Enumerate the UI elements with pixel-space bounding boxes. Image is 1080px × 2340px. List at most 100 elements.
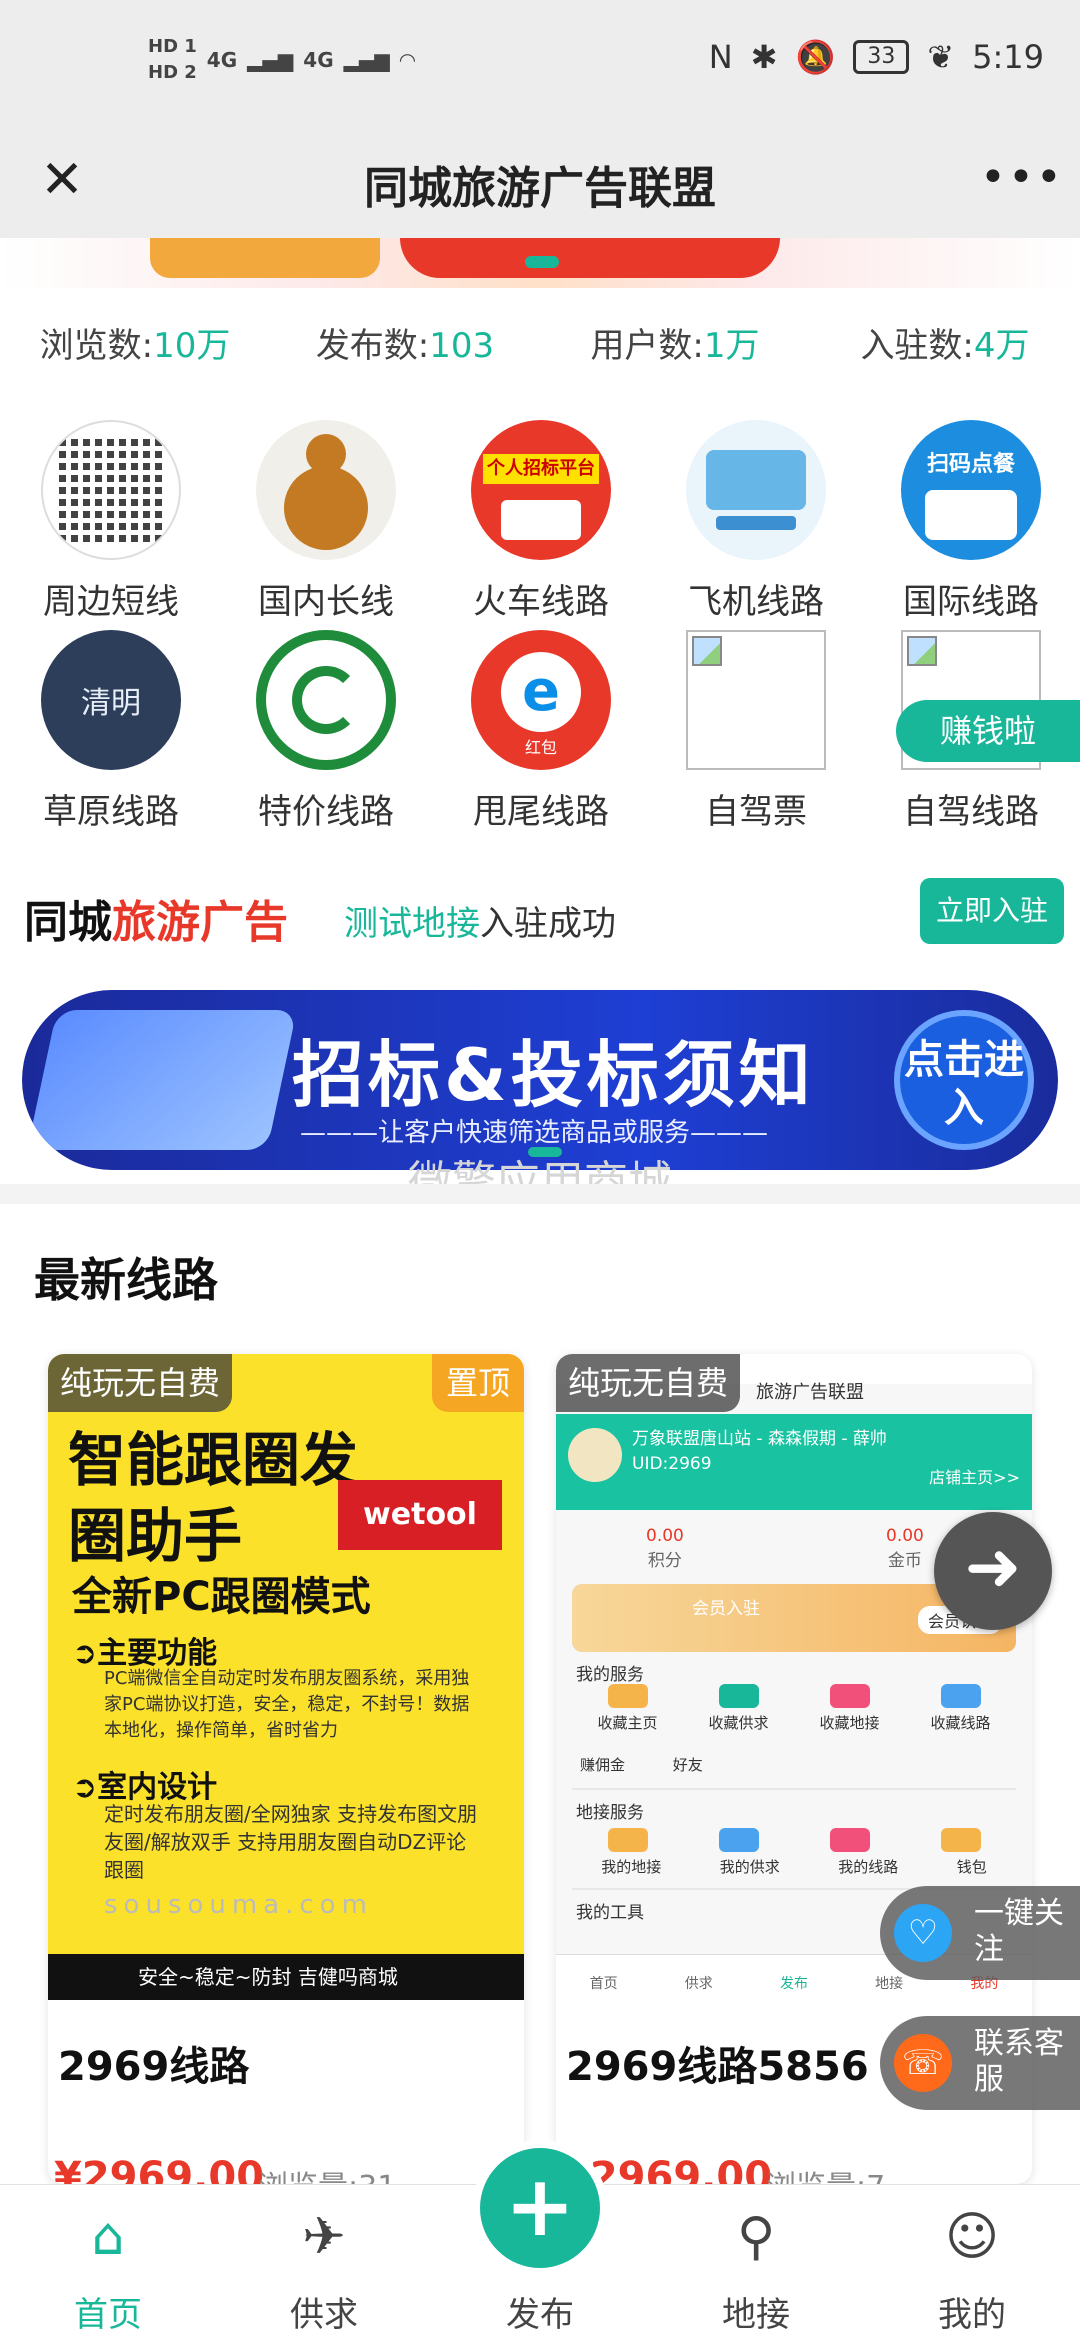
category-nearby-short[interactable]: 周边短线 [7, 420, 215, 630]
signal-bars-icon: ▂▄▆ [247, 48, 294, 72]
stat-users: 用户数:1万 [540, 318, 810, 374]
phone-service-icons [572, 1684, 1016, 1708]
phone-svc: 赚佣金 [580, 1756, 626, 1774]
tab-label: 首页 [74, 2295, 142, 2335]
bid-illustration [27, 1010, 297, 1150]
route-price: ¥2969.00 [54, 2154, 265, 2184]
signal-4g-2: 4G [303, 48, 334, 72]
ad-subheadline: 全新PC跟圈模式 [72, 1574, 371, 1620]
join-now-button[interactable]: 立即入驻 [920, 878, 1064, 944]
grass-badge: 清明 [81, 686, 141, 721]
join-notice: 同城旅游广告 测试地接入驻成功 立即入驻 [24, 878, 1064, 958]
customer-service-button[interactable]: ☏ 联系客服 [880, 2016, 1080, 2110]
stat-label: 入驻数: [860, 326, 974, 366]
category-international[interactable]: 扫码点餐 国际线路 [867, 420, 1075, 630]
phone-svc-extra: 赚佣金 好友 [580, 1754, 703, 1775]
follow-button[interactable]: ♡ 一键关注 [880, 1886, 1080, 1980]
category-train[interactable]: 个人招标平台 火车线路 [437, 420, 645, 630]
bid-title: 招标&投标须知 [292, 1033, 815, 1117]
status-bar: HD 1 HD 2 4G ▂▄▆ 4G ▂▄▆ ◠ N ✱ 🔕 33 ❦ 5:1… [0, 0, 1080, 128]
stat-value: 4万 [973, 326, 1030, 366]
title-bar: ✕ 同城旅游广告联盟 ••• [0, 128, 1080, 238]
tab-label: 发布 [506, 2295, 574, 2335]
brand-black: 同城 [24, 897, 112, 948]
stat-value: 1万 [703, 326, 760, 366]
category-domestic-long[interactable]: 国内长线 [222, 420, 430, 630]
train-icon: 个人招标平台 [471, 420, 611, 560]
bluetooth-icon: ✱ [750, 38, 778, 76]
tab-home[interactable]: ⌂ 首页 [0, 2185, 216, 2340]
ad-brand-box: wetool [338, 1480, 502, 1550]
intl-badge: 扫码点餐 [926, 452, 1015, 477]
category-label: 自驾线路 [903, 792, 1039, 832]
ad-h1-line2: 圈助手 [68, 1502, 243, 1570]
guide-icon: ⚲ [736, 2207, 776, 2267]
category-label: 特价线路 [258, 792, 394, 832]
tab-supply-demand[interactable]: ✈ 供求 [216, 2185, 432, 2340]
phone-svc: 收藏地接 [819, 1714, 880, 1732]
tab-local-guide[interactable]: ⚲ 地接 [648, 2185, 864, 2340]
next-arrow-icon[interactable]: ➜ [934, 1512, 1052, 1630]
route-card[interactable]: 智能跟圈发 圈助手 wetool 全新PC跟圈模式 ➲主要功能 PC端微信全自动定… [48, 1354, 524, 2184]
hd2-label: HD 2 [148, 62, 197, 83]
phone-header: 万象联盟唐山站 - 森森假期 - 薛帅 UID:2969 店铺主页>> [556, 1414, 1032, 1510]
phone-nav-item: 供求 [684, 1976, 713, 1992]
category-grassland[interactable]: 清明 草原线路 [7, 630, 215, 840]
grid-row-1: 周边短线 国内长线 个人招标平台 火车线路 飞机线路 扫码点餐 国际线路 [0, 420, 1080, 630]
phone-local: 我的地接 [601, 1858, 662, 1876]
phone-money-label: 金币 [887, 1551, 922, 1571]
banner-red-shape [400, 238, 780, 278]
join-msg-rest: 入驻成功 [480, 904, 616, 944]
signal-4g-1: 4G [206, 48, 238, 72]
phone-money: 0.00 金币 [886, 1526, 924, 1571]
ad-text-2: 定时发布朋友圈/全网独家 支持发布图文朋友圈/解放双手 支持用朋友圈自动DZ评论… [104, 1802, 478, 1882]
service-label: 联系客服 [974, 2026, 1064, 2097]
tail-badge: 红包 [524, 738, 557, 757]
intl-icon: 扫码点餐 [901, 420, 1041, 560]
category-label: 火车线路 [473, 582, 609, 622]
phone-points: 0.00 积分 [646, 1526, 684, 1571]
phone-money-value: 0.00 [886, 1526, 924, 1546]
phone-title: 旅游广告联盟 [756, 1382, 864, 1403]
category-selfdrive-ticket[interactable]: 自驾票 [652, 630, 860, 840]
route-name: 2969线路 [58, 2044, 250, 2090]
grassland-icon: 清明 [41, 630, 181, 770]
publish-plus-button[interactable]: + [480, 2148, 600, 2268]
category-plane[interactable]: 飞机线路 [652, 420, 860, 630]
earn-money-button[interactable]: 赚钱啦 [896, 700, 1080, 762]
brand-red: 旅游广告 [112, 897, 288, 948]
plane-icon: ✈ [302, 2207, 346, 2267]
banner-gold-shape [150, 238, 380, 278]
wifi-icon: ◠ [399, 48, 416, 72]
more-icon[interactable]: ••• [980, 146, 1062, 216]
tab-label: 地接 [722, 2295, 790, 2335]
bid-enter-button[interactable]: 点击进入 [894, 1010, 1034, 1150]
stat-joined: 入驻数:4万 [810, 318, 1080, 374]
category-tail[interactable]: e 红包 甩尾线路 [437, 630, 645, 840]
tail-icon: e 红包 [471, 630, 611, 770]
section-divider [0, 1184, 1080, 1204]
category-special[interactable]: 特价线路 [222, 630, 430, 840]
bid-indicator [528, 1147, 562, 1157]
mute-icon: 🔕 [795, 38, 836, 76]
category-label: 国际线路 [903, 582, 1039, 622]
hd-indicators: HD 1 HD 2 [148, 34, 197, 86]
banner-indicator [525, 256, 559, 268]
phone-shop-link: 店铺主页>> [929, 1468, 1020, 1487]
phone-local-icons [572, 1828, 1016, 1852]
tag-pinned: 置顶 [431, 1354, 524, 1412]
phone-points-value: 0.00 [646, 1526, 684, 1546]
bid-banner[interactable]: 招标&投标须知 ———让客户快速筛选商品或服务——— 点击进入 [22, 990, 1058, 1170]
tab-mine[interactable]: ☺ 我的 [864, 2185, 1080, 2340]
battery-icon: 33 [853, 40, 910, 74]
phone-local: 钱包 [956, 1858, 987, 1876]
ad-bottom-bar: 安全~稳定~防封 吉健吗商城 [48, 1954, 524, 2000]
stat-views: 浏览数:10万 [0, 318, 270, 374]
category-label: 草原线路 [43, 792, 179, 832]
phone-nav-item: 首页 [589, 1976, 618, 1992]
category-label: 甩尾线路 [473, 792, 609, 832]
plane-icon [686, 420, 826, 560]
phone-avatar [568, 1428, 622, 1482]
follow-label: 一键关注 [974, 1896, 1064, 1967]
leaf-icon: ❦ [927, 38, 955, 76]
